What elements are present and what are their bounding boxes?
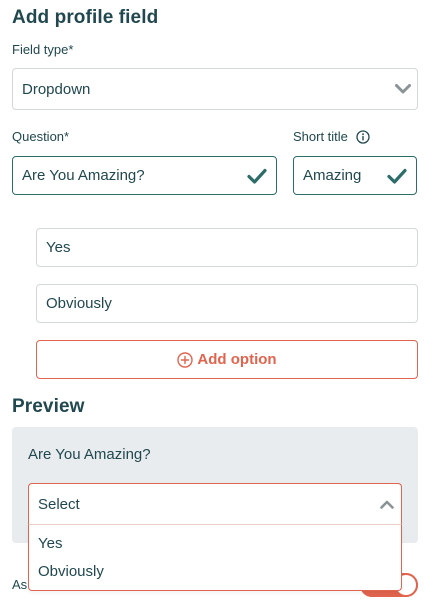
preview-dropdown-list: Yes Obviously xyxy=(28,524,402,591)
plus-circle-icon xyxy=(177,351,194,368)
field-type-value: Dropdown xyxy=(22,80,91,98)
option-value: Yes xyxy=(46,239,71,256)
option-input[interactable]: Yes xyxy=(36,228,418,267)
check-icon xyxy=(386,165,408,187)
field-type-label: Field type* xyxy=(12,42,74,57)
short-title-input[interactable]: Amazing xyxy=(293,156,417,195)
field-type-select[interactable]: Dropdown xyxy=(12,68,418,110)
chevron-up-icon xyxy=(378,495,396,513)
question-input[interactable]: Are You Amazing? xyxy=(12,156,277,195)
add-option-label: Add option xyxy=(197,351,277,368)
preview-title: Preview xyxy=(12,396,85,417)
info-icon[interactable] xyxy=(356,129,370,144)
preview-question: Are You Amazing? xyxy=(28,446,151,463)
dropdown-option[interactable]: Yes xyxy=(29,530,401,558)
short-title-value: Amazing xyxy=(303,167,362,184)
dropdown-option[interactable]: Obviously xyxy=(29,558,401,586)
check-icon xyxy=(246,165,268,187)
add-option-button[interactable]: Add option xyxy=(36,340,418,379)
page-title: Add profile field xyxy=(12,7,159,28)
question-value: Are You Amazing? xyxy=(22,167,145,184)
select-placeholder: Select xyxy=(38,495,80,513)
chevron-down-icon xyxy=(394,80,412,98)
partial-setting-label: As xyxy=(12,577,28,592)
short-title-label-row: Short title xyxy=(293,129,370,144)
option-value: Obviously xyxy=(46,295,112,312)
option-input[interactable]: Obviously xyxy=(36,284,418,323)
short-title-label: Short title xyxy=(293,129,348,144)
preview-select[interactable]: Select xyxy=(28,483,402,525)
question-label: Question* xyxy=(12,129,70,144)
